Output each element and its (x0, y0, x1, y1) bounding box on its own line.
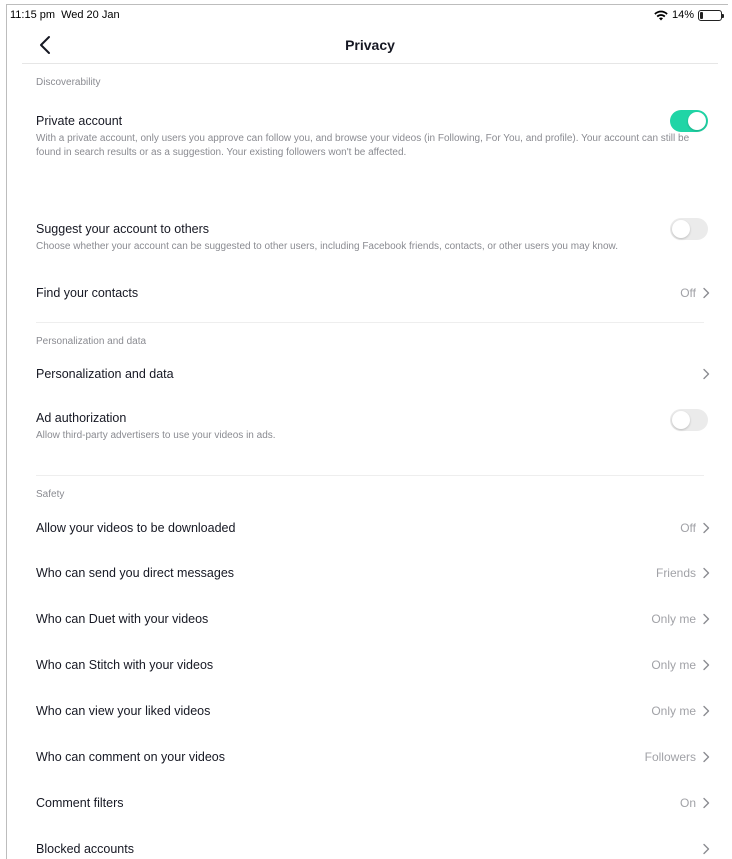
chevron-right-icon (703, 797, 710, 809)
frame-edge-top (6, 4, 728, 5)
row-title: Private account (36, 114, 123, 128)
row-liked-videos[interactable]: Who can view your liked videos Only me (22, 688, 718, 734)
row-value: On (679, 796, 696, 810)
settings-list: Discoverability Private account With a p… (22, 64, 718, 859)
toggle-knob (672, 411, 690, 429)
row-comment-filters[interactable]: Comment filters On (22, 780, 718, 826)
row-value: Friends (655, 566, 696, 580)
private-account-toggle[interactable] (670, 110, 708, 132)
chevron-right-icon (703, 659, 710, 671)
row-value: Only me (651, 704, 696, 718)
status-bar: 11:15 pm Wed 20 Jan 14% (10, 6, 724, 24)
row-title: Find your contacts (36, 286, 139, 300)
row-stitch[interactable]: Who can Stitch with your videos Only me (22, 642, 718, 688)
suggest-account-toggle[interactable] (670, 218, 708, 240)
row-find-contacts[interactable]: Find your contacts Off (22, 270, 718, 316)
nav-bar: Privacy (22, 26, 718, 64)
row-value-group: Friends (656, 566, 710, 580)
row-value-group: Followers (645, 750, 710, 764)
row-allow-download[interactable]: Allow your videos to be downloaded Off (22, 506, 718, 550)
row-value-group: Off (680, 521, 710, 535)
row-ad-authorization[interactable]: Ad authorization Allow third-party adver… (22, 395, 718, 463)
chevron-right-icon (703, 843, 710, 855)
battery-fill (700, 11, 703, 19)
row-value-group: Only me (651, 658, 710, 672)
row-title: Blocked accounts (36, 842, 134, 856)
ad-authorization-toggle[interactable] (670, 409, 708, 431)
row-value-group (702, 368, 710, 380)
status-right: 14% (654, 9, 724, 21)
row-value: Only me (651, 612, 696, 626)
chevron-right-icon (703, 522, 710, 534)
battery-cap (722, 13, 724, 18)
chevron-right-icon (703, 287, 710, 299)
wifi-icon (654, 10, 668, 20)
row-title: Allow your videos to be downloaded (36, 521, 236, 535)
toggle-knob (672, 220, 690, 238)
section-header-discoverability: Discoverability (36, 77, 101, 88)
row-value: Followers (644, 750, 696, 764)
row-description: Choose whether your account can be sugge… (36, 241, 618, 252)
row-title: Who can send you direct messages (36, 566, 235, 580)
row-title: Who can Duet with your videos (36, 612, 209, 626)
chevron-right-icon (703, 751, 710, 763)
row-value-group: On (680, 796, 710, 810)
row-title: Personalization and data (36, 367, 174, 381)
row-value-group: Off (680, 286, 710, 300)
row-value-group (696, 843, 710, 855)
row-blocked-accounts[interactable]: Blocked accounts (22, 826, 718, 859)
row-suggest-account[interactable]: Suggest your account to others Choose wh… (22, 180, 718, 270)
chevron-right-icon (703, 613, 710, 625)
page-title: Privacy (345, 37, 395, 53)
battery-icon (698, 9, 724, 21)
chevron-right-icon (703, 567, 710, 579)
battery-percent: 14% (671, 9, 694, 21)
row-title: Suggest your account to others (36, 222, 210, 236)
chevron-right-icon (703, 705, 710, 717)
row-value: Off (680, 286, 696, 300)
status-left: 11:15 pm Wed 20 Jan (10, 9, 120, 21)
chevron-right-icon (703, 368, 710, 380)
section-header-personalization: Personalization and data (36, 336, 147, 347)
row-title: Who can comment on your videos (36, 750, 225, 764)
row-value: Off (680, 521, 696, 535)
row-value: Only me (651, 658, 696, 672)
row-value-group: Only me (651, 704, 710, 718)
row-title: Comment filters (36, 796, 124, 810)
frame-edge-left (6, 4, 7, 859)
status-time: 11:15 pm (10, 9, 56, 21)
row-direct-messages[interactable]: Who can send you direct messages Friends (22, 550, 718, 596)
row-personalization-data[interactable]: Personalization and data (22, 353, 718, 395)
row-private-account[interactable]: Private account With a private account, … (22, 94, 718, 180)
row-title: Who can Stitch with your videos (36, 658, 214, 672)
row-value-group: Only me (651, 612, 710, 626)
row-comments[interactable]: Who can comment on your videos Followers (22, 734, 718, 780)
row-title: Ad authorization (36, 411, 127, 425)
toggle-knob (688, 112, 706, 130)
status-date: Wed 20 Jan (61, 9, 120, 21)
row-description: With a private account, only users you a… (36, 133, 690, 158)
row-duet[interactable]: Who can Duet with your videos Only me (22, 596, 718, 642)
section-header-safety: Safety (36, 489, 65, 500)
row-title: Who can view your liked videos (36, 704, 211, 718)
row-description: Allow third-party advertisers to use you… (36, 430, 276, 441)
